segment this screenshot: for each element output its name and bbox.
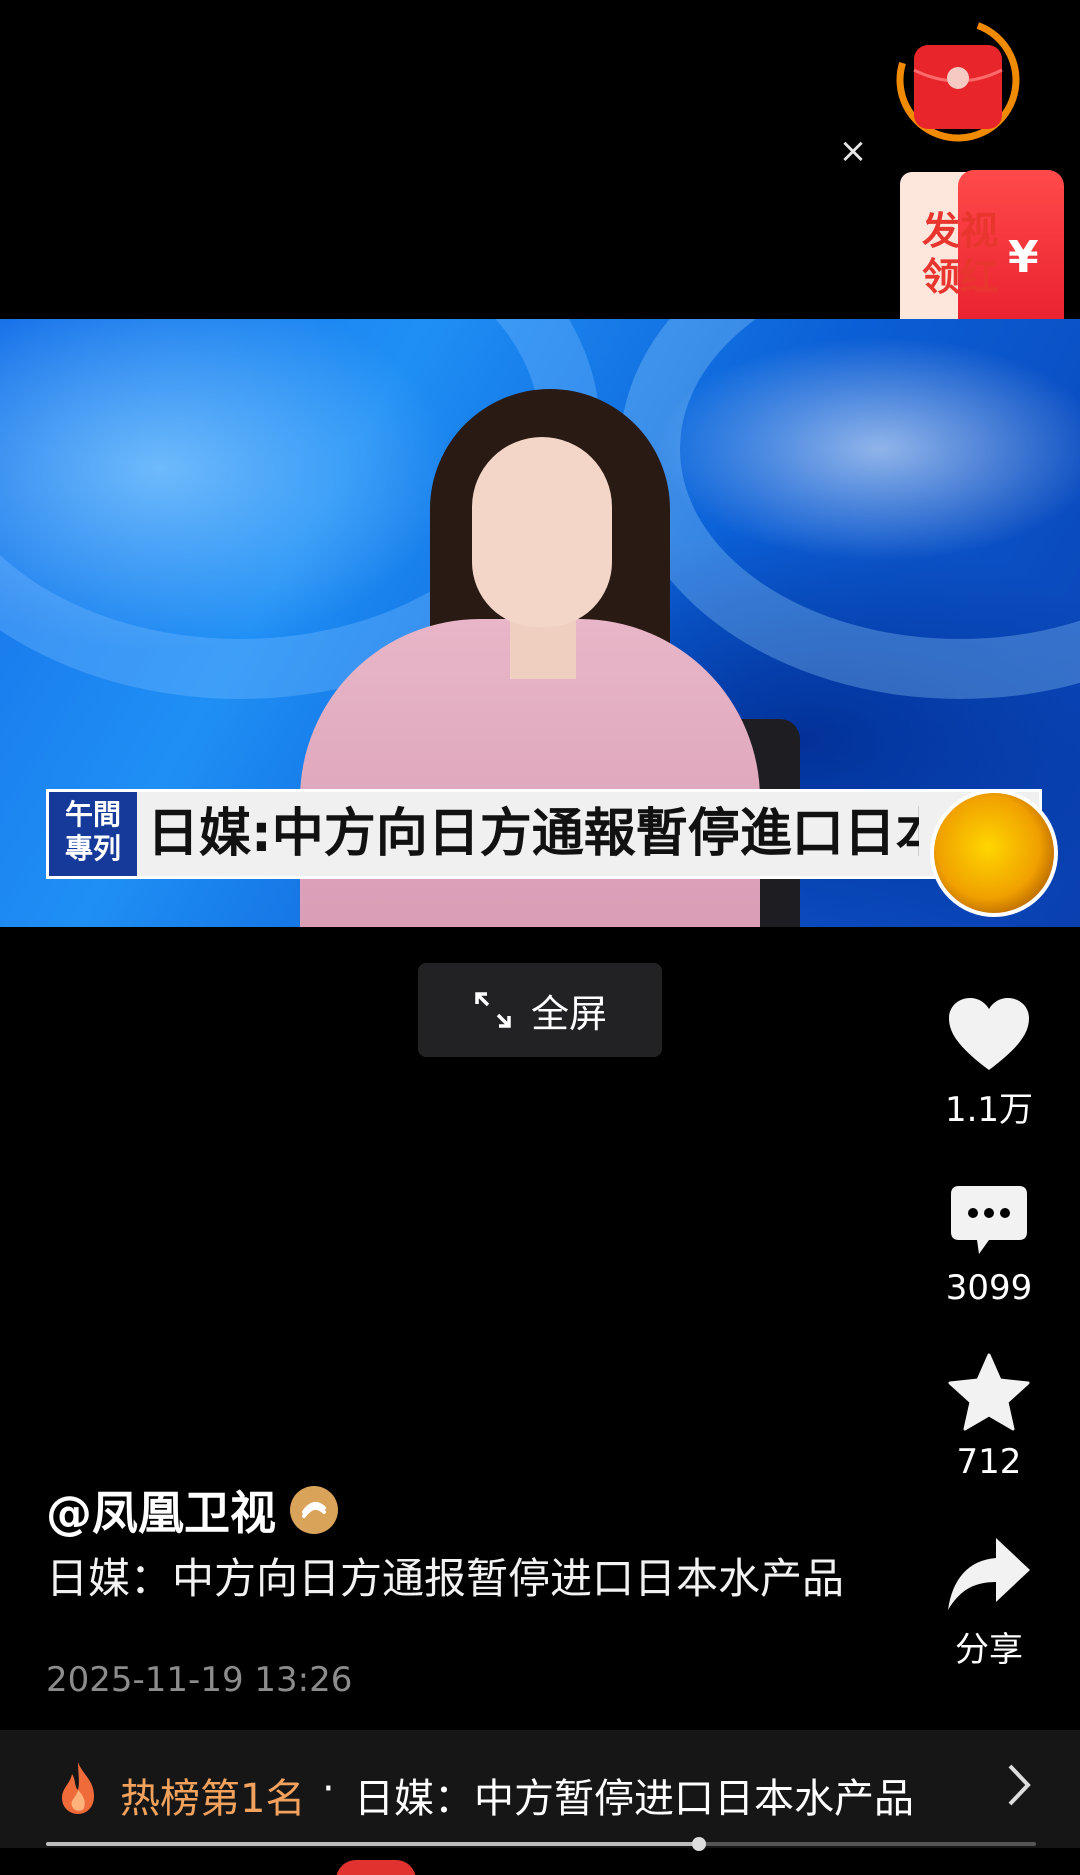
program-logo: 午間 專列 [49,792,137,876]
flame-icon [62,1762,94,1814]
chevron-right-icon [1008,1764,1031,1806]
video-feed-screen: × 发视 领红 ¥ 午間 專列 日媒:中方向日方通報暫停進口日本水產 全屏 [0,0,1080,1875]
comment-button[interactable]: 3099 [934,1184,1044,1308]
verified-badge-icon [290,1486,338,1534]
hot-ranking-bar[interactable]: 热榜第1名 · 日媒：中方暂停进口日本水产品 [0,1730,1080,1848]
next-item-peek [336,1860,416,1875]
author-row[interactable]: @凤凰卫视 [46,1482,338,1540]
post-timestamp: 2025-11-19 13:26 [46,1660,353,1700]
comment-icon [951,1186,1027,1254]
separator-dot: · [322,1766,335,1812]
share-label: 分享 [955,1630,1023,1670]
fullscreen-label: 全屏 [530,991,607,1036]
news-lower-third: 午間 專列 日媒:中方向日方通報暫停進口日本水產 [46,789,1042,879]
author-name[interactable]: @凤凰卫视 [46,1477,276,1543]
studio-background-swirl [620,319,1080,699]
favorite-button[interactable]: 712 [934,1352,1044,1482]
red-packet-timer[interactable] [888,10,1028,150]
share-arrow-icon [948,1538,1030,1610]
video-caption[interactable]: 日媒：中方向日方通报暂停进口日本水产品 [46,1550,846,1608]
hot-topic-title: 日媒：中方暂停进口日本水产品 [354,1776,914,1822]
yuan-icon: ¥ [1008,232,1039,283]
favorite-count: 712 [956,1442,1022,1482]
close-icon[interactable]: × [836,134,870,168]
heart-icon [949,998,1029,1070]
star-icon [948,1353,1030,1431]
phoenix-tv-logo [930,789,1058,917]
like-count: 1.1万 [944,1090,1034,1130]
fullscreen-button[interactable]: 全屏 [418,963,662,1057]
red-packet-icon [896,18,1020,142]
promo-card-text: 发视 领红 [922,209,999,299]
video-player[interactable]: 午間 專列 日媒:中方向日方通報暫停進口日本水產 [0,319,1080,927]
progress-fill [46,1842,700,1846]
news-headline-caption: 日媒:中方向日方通報暫停進口日本水產 [147,804,919,864]
progress-scrubber-handle[interactable] [692,1837,707,1851]
video-progress-bar[interactable] [46,1837,1036,1851]
share-button[interactable]: 分享 [934,1536,1044,1671]
like-button[interactable]: 1.1万 [934,996,1044,1131]
expand-icon [475,992,511,1028]
hot-rank-label: 热榜第1名 [120,1776,306,1822]
comment-count: 3099 [945,1268,1033,1308]
news-anchor-face [472,437,612,627]
